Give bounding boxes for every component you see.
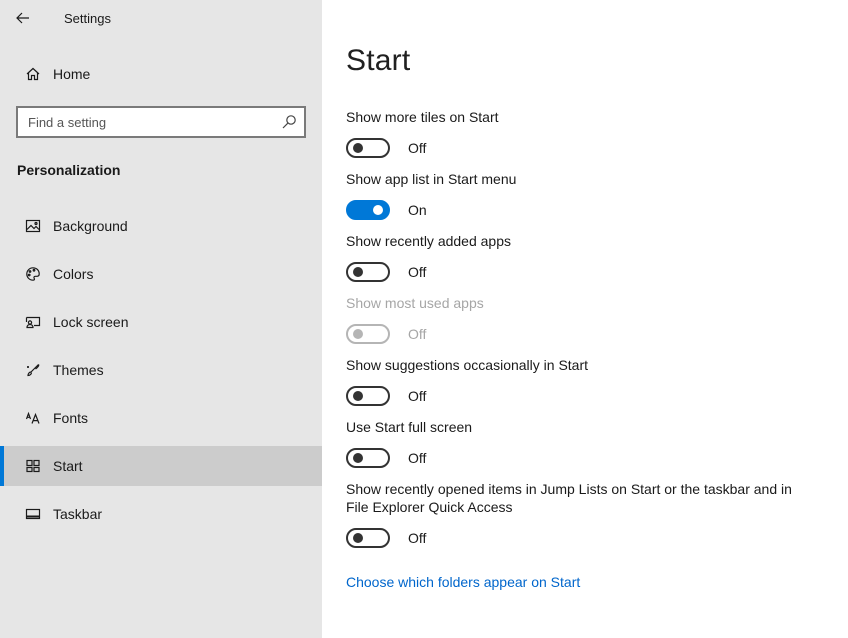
setting-label: Show suggestions occasionally in Start	[346, 356, 796, 374]
setting-label: Show more tiles on Start	[346, 108, 796, 126]
sidebar-item-background[interactable]: Background	[0, 206, 322, 246]
toggle-full-screen[interactable]	[346, 448, 390, 468]
toggle-state: Off	[408, 530, 426, 546]
setting-show-app-list: Show app list in Start menu On	[346, 170, 848, 220]
sidebar-item-label: Home	[53, 66, 90, 82]
sidebar: Settings Home Personalization Background	[0, 0, 322, 638]
toggle-show-suggestions[interactable]	[346, 386, 390, 406]
sidebar-item-start[interactable]: Start	[0, 446, 322, 486]
sidebar-item-label: Fonts	[53, 410, 88, 426]
titlebar: Settings	[0, 0, 322, 36]
back-arrow-icon	[15, 10, 31, 26]
page-title: Start	[346, 44, 848, 78]
setting-label: Show recently added apps	[346, 232, 796, 250]
settings-list: Show more tiles on Start Off Show app li…	[346, 108, 848, 592]
sidebar-item-label: Background	[53, 218, 128, 234]
toggle-state: Off	[408, 388, 426, 404]
toggle-knob	[353, 329, 363, 339]
toggle-state: Off	[408, 264, 426, 280]
setting-show-recently-added: Show recently added apps Off	[346, 232, 848, 282]
toggle-show-most-used	[346, 324, 390, 344]
search-box	[16, 106, 306, 138]
toggle-state: Off	[408, 140, 426, 156]
sidebar-item-label: Colors	[53, 266, 93, 282]
home-icon	[25, 66, 41, 82]
sidebar-item-colors[interactable]: Colors	[0, 254, 322, 294]
setting-full-screen: Use Start full screen Off	[346, 418, 848, 468]
setting-show-more-tiles: Show more tiles on Start Off	[346, 108, 848, 158]
sidebar-item-label: Start	[53, 458, 83, 474]
toggle-state: Off	[408, 326, 426, 342]
background-icon	[25, 218, 41, 234]
sidebar-item-fonts[interactable]: Fonts	[0, 398, 322, 438]
toggle-show-app-list[interactable]	[346, 200, 390, 220]
themes-icon	[25, 362, 41, 378]
setting-label: Show app list in Start menu	[346, 170, 796, 188]
sidebar-item-home[interactable]: Home	[0, 54, 322, 94]
toggle-knob	[353, 453, 363, 463]
taskbar-icon	[25, 506, 41, 522]
fonts-icon	[25, 410, 41, 426]
setting-label: Use Start full screen	[346, 418, 796, 436]
setting-show-suggestions: Show suggestions occasionally in Start O…	[346, 356, 848, 406]
toggle-show-recently-added[interactable]	[346, 262, 390, 282]
toggle-state: Off	[408, 450, 426, 466]
setting-show-most-used: Show most used apps Off	[346, 294, 848, 344]
choose-folders-link[interactable]: Choose which folders appear on Start	[346, 574, 580, 590]
toggle-knob	[353, 391, 363, 401]
sidebar-item-label: Themes	[53, 362, 104, 378]
app-title: Settings	[64, 11, 111, 26]
start-icon	[25, 458, 41, 474]
search-icon[interactable]	[280, 113, 298, 131]
sidebar-item-taskbar[interactable]: Taskbar	[0, 494, 322, 534]
main-content: Start Show more tiles on Start Off Show …	[322, 0, 848, 638]
search-input[interactable]	[16, 106, 306, 138]
toggle-state: On	[408, 202, 427, 218]
sidebar-item-label: Lock screen	[53, 314, 128, 330]
toggle-show-more-tiles[interactable]	[346, 138, 390, 158]
setting-label: Show recently opened items in Jump Lists…	[346, 480, 796, 516]
sidebar-item-lock-screen[interactable]: Lock screen	[0, 302, 322, 342]
sidebar-item-label: Taskbar	[53, 506, 102, 522]
toggle-jump-lists[interactable]	[346, 528, 390, 548]
lock-screen-icon	[25, 314, 41, 330]
section-header: Personalization	[17, 162, 322, 178]
sidebar-item-themes[interactable]: Themes	[0, 350, 322, 390]
settings-window: Settings Home Personalization Background	[0, 0, 848, 638]
toggle-knob	[353, 533, 363, 543]
colors-icon	[25, 266, 41, 282]
setting-jump-lists: Show recently opened items in Jump Lists…	[346, 480, 848, 548]
back-button[interactable]	[0, 10, 46, 26]
sidebar-nav: Background Colors Lock screen Themes	[0, 206, 322, 534]
toggle-knob	[353, 143, 363, 153]
toggle-knob	[353, 267, 363, 277]
toggle-knob	[373, 205, 383, 215]
setting-label: Show most used apps	[346, 294, 796, 312]
